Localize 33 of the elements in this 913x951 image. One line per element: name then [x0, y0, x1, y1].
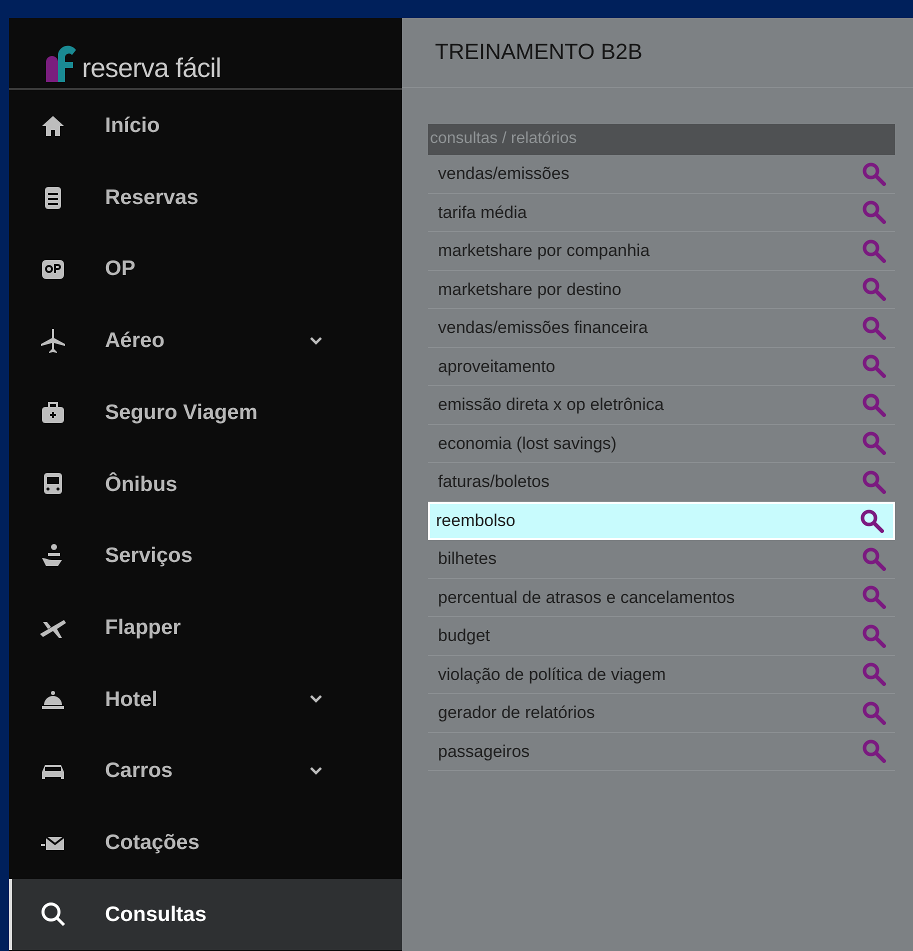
airplane-icon [39, 326, 67, 355]
sidebar-item[interactable]: Carros [9, 735, 402, 807]
sidebar-item[interactable]: Serviços [9, 520, 402, 592]
report-row[interactable]: marketshare por destino [428, 270, 895, 309]
report-row[interactable]: percentual de atrasos e cancelamentos [428, 578, 895, 617]
sidebar-item[interactable]: Início [9, 90, 402, 162]
report-row[interactable]: gerador de relatórios [428, 694, 895, 732]
sidebar-item[interactable]: Reservas [9, 162, 402, 234]
report-row[interactable]: budget [428, 617, 895, 656]
report-row[interactable]: violação de política de viagem [428, 656, 895, 694]
sidebar-item[interactable]: Cotações [9, 806, 402, 879]
report-row[interactable]: passageiros [428, 732, 895, 771]
report-row[interactable]: aproveitamento [428, 348, 895, 386]
page-title: TREINAMENTO B2B [435, 39, 642, 66]
sidebar-item[interactable]: Hotel [9, 664, 402, 736]
report-row[interactable]: emissão direta x op eletrônica [428, 386, 895, 424]
report-row[interactable]: reembolso [428, 502, 895, 540]
sidebar-item[interactable]: Seguro Viagem [9, 376, 402, 448]
report-row[interactable]: economia (lost savings) [428, 424, 895, 463]
report-row[interactable]: vendas/emissões [428, 155, 895, 194]
sidebar-item[interactable]: OP [9, 233, 402, 306]
report-row[interactable]: vendas/emissões financeira [428, 309, 895, 348]
search-icon [39, 900, 67, 928]
search-icon[interactable] [859, 508, 885, 534]
sidebar-item[interactable]: Aéreo [9, 305, 402, 377]
logo-text: reserva fácil [82, 55, 222, 82]
sidebar-item[interactable]: Ônibus [9, 448, 402, 520]
report-row[interactable]: tarifa média [428, 194, 895, 232]
list-header: consultas / relatórios [428, 124, 895, 155]
report-row[interactable]: marketshare por companhia [428, 232, 895, 270]
sidebar-item[interactable]: Consultas [9, 878, 402, 950]
sidebar-item[interactable]: Flapper [9, 592, 402, 664]
report-row[interactable]: bilhetes [428, 540, 895, 578]
